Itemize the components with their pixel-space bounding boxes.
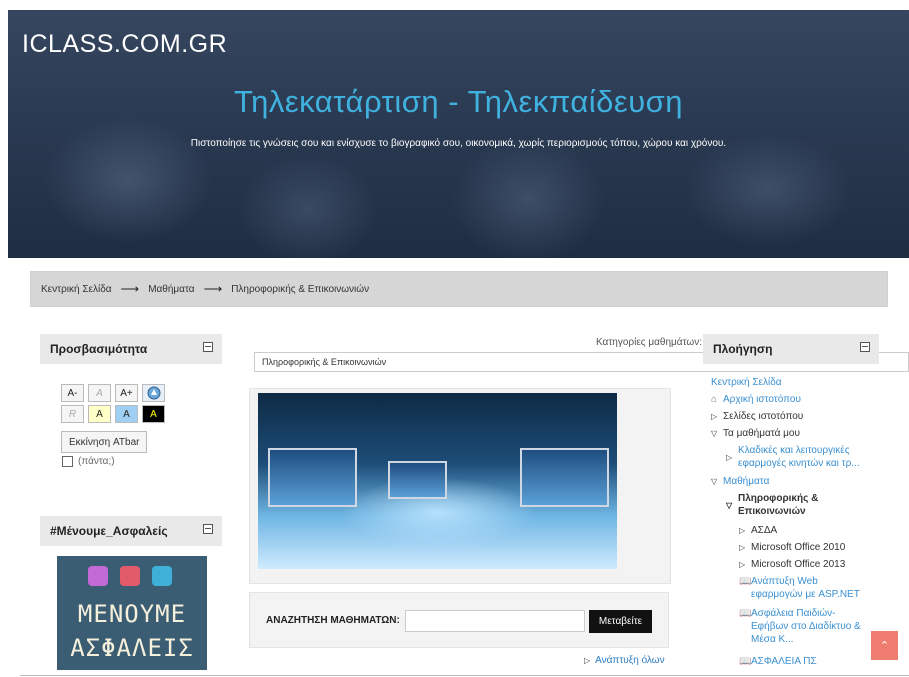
- decrease-font-button[interactable]: A-: [61, 384, 84, 402]
- book-icon: 📖: [739, 608, 752, 619]
- book-icon: 📖: [739, 656, 752, 667]
- banner-title: Τηλεκατάρτιση - Τηλεκπαίδευση: [233, 84, 684, 119]
- image-text-line2: ΑΣΦΑΛΕΙΣ: [70, 634, 194, 662]
- breadcrumb: Κεντρική Σελίδα ⟶ Μαθήματα ⟶ Πληροφορική…: [30, 271, 888, 307]
- expand-all-link[interactable]: ▷ Ανάπτυξη όλων: [584, 655, 665, 666]
- reset-font-button[interactable]: A: [88, 384, 111, 402]
- breadcrumb-home[interactable]: Κεντρική Σελίδα: [41, 284, 112, 295]
- collapse-icon[interactable]: [203, 342, 213, 352]
- nav-my-courses[interactable]: ▽ Τα μαθήματά μου: [711, 427, 800, 440]
- navigation-block-header: Πλοήγηση: [703, 334, 879, 364]
- triangle-down-icon: ▽: [726, 501, 733, 510]
- divider: [20, 675, 909, 676]
- nav-site-home-label: Αρχική ιστοτόπου: [723, 394, 801, 405]
- yellow-scheme-button[interactable]: A: [88, 405, 111, 423]
- accessibility-title: Προσβασιμότητα: [50, 342, 148, 356]
- stay-safe-image[interactable]: ΜΕΝΟΥΜΕ ΑΣΦΑΛΕΙΣ: [57, 556, 207, 670]
- start-atbar-button[interactable]: Εκκίνηση ATbar: [61, 431, 148, 453]
- triangle-right-icon: ▷: [584, 656, 591, 665]
- nav-course-child-safety-label: Ασφάλεια Παιδιών-Εφήβων στο Διαδίκτυο & …: [751, 608, 861, 645]
- color-controls: R A A A: [61, 405, 165, 423]
- breadcrumb-courses[interactable]: Μαθήματα: [148, 284, 194, 295]
- header-banner: ICLASS.COM.GR Τηλεκατάρτιση - Τηλεκπαίδε…: [8, 10, 909, 258]
- nav-sub-office-2010-label: Microsoft Office 2010: [751, 542, 846, 553]
- triangle-right-icon: ▷: [739, 543, 746, 552]
- nav-my-course-1-label: Κλαδικές και λειτουργικές εφαρμογές κινη…: [738, 445, 860, 469]
- nav-sub-office-2010[interactable]: ▷ Microsoft Office 2010: [739, 541, 845, 554]
- arrow-right-icon: ⟶: [203, 281, 223, 296]
- back-to-top-button[interactable]: ⌃: [871, 631, 898, 660]
- triangle-down-icon: ▽: [711, 429, 718, 438]
- nav-sub-asda[interactable]: ▷ ΑΣΔΑ: [739, 524, 777, 537]
- search-label: ΑΝΑΖΗΤΗΣΗ ΜΑΘΗΜΑΤΩΝ:: [266, 615, 400, 626]
- reset-colors-button[interactable]: R: [61, 405, 84, 423]
- high-contrast-button[interactable]: A: [142, 405, 165, 423]
- book-icon: 📖: [739, 576, 752, 587]
- chevron-up-icon: ⌃: [879, 640, 890, 652]
- arrow-right-icon: ⟶: [120, 281, 140, 296]
- safety-title: #Μένουμε_Ασφαλείς: [50, 524, 168, 538]
- nav-courses-label: Μαθήματα: [723, 476, 770, 487]
- triangle-right-icon: ▷: [711, 412, 718, 421]
- categories-label: Κατηγορίες μαθημάτων:: [596, 337, 702, 348]
- triangle-right-icon: ▷: [739, 526, 746, 535]
- nav-site-home[interactable]: ⌂ Αρχική ιστοτόπου: [711, 393, 801, 406]
- triangle-down-icon: ▽: [711, 477, 718, 486]
- nav-my-courses-label: Τα μαθήματά μου: [723, 428, 800, 439]
- triangle-right-icon: ▷: [726, 453, 733, 462]
- navigation-title: Πλοήγηση: [713, 342, 773, 356]
- course-search-box: ΑΝΑΖΗΤΗΣΗ ΜΑΘΗΜΑΤΩΝ: Μεταβείτε: [249, 592, 669, 648]
- checkbox-icon[interactable]: [62, 456, 73, 467]
- safety-block-header: #Μένουμε_Ασφαλείς: [40, 516, 222, 546]
- nav-course-aspnet-label: Ανάπτυξη Web εφαρμογών με ASP.NET: [751, 576, 860, 600]
- nav-category-label: Πληροφορικής & Επικοινωνιών: [738, 493, 819, 517]
- nav-home-link[interactable]: Κεντρική Σελίδα: [711, 376, 782, 389]
- always-checkbox[interactable]: (πάντα;): [62, 456, 115, 467]
- house-icon: ⌂: [711, 394, 718, 405]
- increase-font-button[interactable]: A+: [115, 384, 138, 402]
- laptop-screen-center: [388, 461, 447, 499]
- nav-sub-asda-label: ΑΣΔΑ: [751, 525, 778, 536]
- nav-sub-office-2013[interactable]: ▷ Microsoft Office 2013: [739, 558, 845, 571]
- category-image-card: [249, 388, 671, 584]
- triangle-right-icon: ▷: [739, 560, 746, 569]
- blue-scheme-button[interactable]: A: [115, 405, 138, 423]
- site-name[interactable]: ICLASS.COM.GR: [22, 30, 227, 59]
- nav-site-pages[interactable]: ▷ Σελίδες ιστοτόπου: [711, 410, 803, 423]
- breadcrumb-category[interactable]: Πληροφορικής & Επικοινωνιών: [231, 284, 369, 295]
- nav-my-course-1[interactable]: ▷ Κλαδικές και λειτουργικές εφαρμογές κιν…: [726, 444, 876, 470]
- always-label: (πάντα;): [78, 456, 115, 467]
- nav-category[interactable]: ▽ Πληροφορικής & Επικοινωνιών: [726, 492, 876, 518]
- collapse-icon[interactable]: [860, 342, 870, 352]
- music-icon: [88, 566, 108, 586]
- video-icon: [120, 566, 140, 586]
- font-size-controls: A- A A+: [61, 384, 165, 402]
- nav-courses[interactable]: ▽ Μαθήματα: [711, 475, 769, 488]
- chat-icon: [152, 566, 172, 586]
- collapse-icon[interactable]: [203, 524, 213, 534]
- category-image: [258, 393, 617, 569]
- nav-course-security-label: ΑΣΦΑΛΕΙΑ ΠΣ: [751, 656, 817, 667]
- nav-course-aspnet[interactable]: 📖 Ανάπτυξη Web εφαρμογών με ASP.NET: [739, 575, 879, 601]
- banner-subtitle: Πιστοποίησε τις γνώσεις σου και ενίσχυσε…: [190, 138, 727, 149]
- laptop-screen-left: [268, 448, 357, 507]
- nav-site-pages-label: Σελίδες ιστοτόπου: [723, 411, 804, 422]
- color-scheme-icon[interactable]: [142, 384, 165, 402]
- laptop-screen-right: [520, 448, 609, 507]
- nav-course-security[interactable]: 📖ΑΣΦΑΛΕΙΑ ΠΣ: [739, 655, 817, 668]
- expand-all-label: Ανάπτυξη όλων: [595, 655, 665, 666]
- search-button[interactable]: Μεταβείτε: [589, 610, 652, 633]
- image-text-line1: ΜΕΝΟΥΜΕ: [77, 600, 187, 628]
- accessibility-block-header: Προσβασιμότητα: [40, 334, 222, 364]
- nav-sub-office-2013-label: Microsoft Office 2013: [751, 559, 846, 570]
- nav-course-child-safety[interactable]: 📖 Ασφάλεια Παιδιών-Εφήβων στο Διαδίκτυο &…: [739, 607, 879, 646]
- search-input[interactable]: [405, 610, 585, 632]
